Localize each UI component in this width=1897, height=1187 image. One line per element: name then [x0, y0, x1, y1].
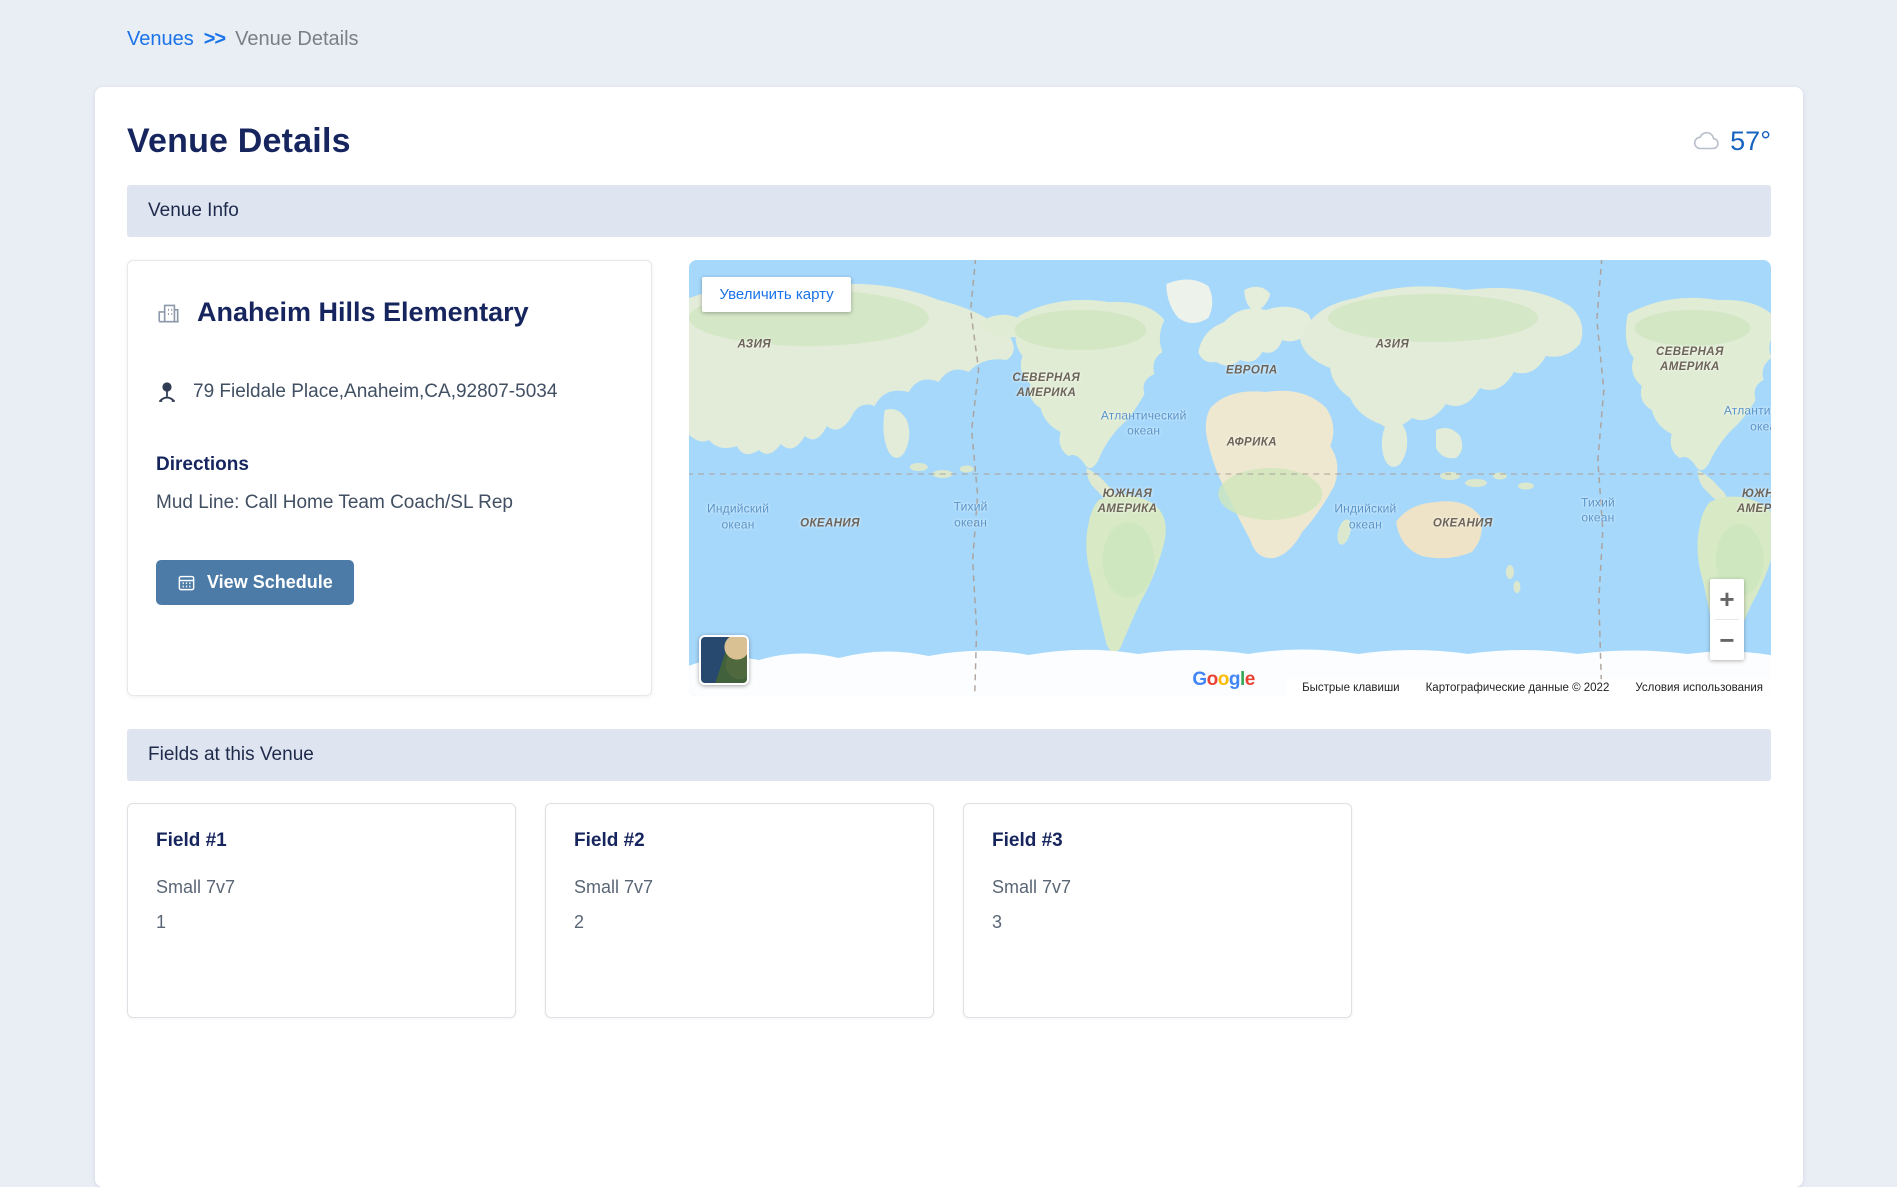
google-logo[interactable]: Google	[1192, 669, 1254, 691]
venue-address: 79 Fieldale Place,Anaheim,CA,92807-5034	[193, 381, 557, 403]
cloud-icon	[1691, 128, 1723, 154]
map-zoom-in-button[interactable]: +	[1710, 579, 1744, 619]
breadcrumb-current: Venue Details	[235, 28, 358, 51]
field-card: Field #2 Small 7v7 2	[545, 803, 934, 1018]
field-name: Field #2	[574, 830, 905, 852]
map-label: СЕВЕРНАЯ АМЕРИКА	[1656, 345, 1724, 375]
map-label: АЗИЯ	[1376, 338, 1410, 353]
map-label: ЕВРОПА	[1226, 364, 1278, 379]
field-size: Small 7v7	[156, 877, 487, 898]
map-label: ЮЖНАЯ АМЕРИКА	[1098, 487, 1158, 517]
map-zoom-out-button[interactable]: −	[1710, 620, 1744, 660]
map-label: ЮЖНАЯ АМЕРИКА	[1737, 487, 1771, 517]
map-label: АФРИКА	[1227, 436, 1277, 451]
field-card: Field #3 Small 7v7 3	[963, 803, 1352, 1018]
enlarge-map-button[interactable]: Увеличить карту	[702, 277, 850, 312]
terms-of-use-link[interactable]: Условия использования	[1635, 682, 1763, 694]
temperature-value: 57°	[1730, 128, 1771, 155]
map-canvas[interactable]	[689, 260, 1771, 696]
venue-info-section-header: Venue Info	[127, 185, 1771, 237]
venue-details-card: Venue Details 57° Venue Info Anaheim	[95, 87, 1803, 1187]
map-zoom-control: + −	[1710, 579, 1744, 660]
map-label: Тихий океан	[1581, 495, 1615, 526]
map-pin-icon	[156, 380, 178, 404]
map-data-copyright: Картографические данные © 2022	[1426, 682, 1610, 694]
venue-content-row: Anaheim Hills Elementary 79 Fieldale Pla…	[127, 260, 1771, 696]
directions-text: Mud Line: Call Home Team Coach/SL Rep	[156, 492, 623, 514]
page-title: Venue Details	[127, 122, 351, 161]
directions-label: Directions	[156, 454, 623, 476]
venue-name: Anaheim Hills Elementary	[197, 297, 529, 328]
breadcrumb-venues-link[interactable]: Venues	[127, 28, 194, 51]
venue-info-section-label: Venue Info	[148, 200, 239, 222]
view-schedule-button[interactable]: View Schedule	[156, 560, 354, 605]
field-size: Small 7v7	[574, 877, 905, 898]
breadcrumb: Venues >> Venue Details	[127, 28, 359, 51]
satellite-view-thumbnail[interactable]	[699, 635, 749, 685]
field-size: Small 7v7	[992, 877, 1323, 898]
view-schedule-label: View Schedule	[207, 572, 333, 593]
card-header: Venue Details 57°	[127, 87, 1771, 185]
field-card: Field #1 Small 7v7 1	[127, 803, 516, 1018]
map-label: АЗИЯ	[738, 338, 772, 353]
map-label: ОКЕАНИЯ	[1433, 516, 1493, 531]
building-icon	[156, 300, 182, 326]
venue-info-card: Anaheim Hills Elementary 79 Fieldale Pla…	[127, 260, 652, 696]
calendar-icon	[177, 573, 196, 592]
map-label: СЕВЕРНАЯ АМЕРИКА	[1012, 372, 1080, 402]
weather-widget: 57°	[1691, 128, 1771, 155]
map-attribution-bar: Быстрые клавиши Картографические данные …	[1286, 679, 1771, 696]
fields-section-label: Fields at this Venue	[148, 744, 314, 766]
map-label: Индийский океан	[1334, 502, 1396, 533]
map-label: Индийский океан	[707, 502, 769, 533]
keyboard-shortcuts-link[interactable]: Быстрые клавиши	[1302, 682, 1400, 694]
fields-section-header: Fields at this Venue	[127, 729, 1771, 781]
map-label: Атлантический океан	[1101, 408, 1187, 439]
field-name: Field #3	[992, 830, 1323, 852]
field-name: Field #1	[156, 830, 487, 852]
map-label: Тихий океан	[954, 499, 988, 530]
map-label: Атлантический океан	[1724, 404, 1771, 435]
breadcrumb-separator: >>	[204, 28, 225, 51]
google-map[interactable]: АЗИЯ СЕВЕРНАЯ АМЕРИКА ЕВРОПА АЗИЯ СЕВЕРНАЯ А…	[689, 260, 1771, 696]
fields-row: Field #1 Small 7v7 1 Field #2 Small 7v7 …	[127, 803, 1771, 1018]
map-label: ОКЕАНИЯ	[800, 516, 860, 531]
